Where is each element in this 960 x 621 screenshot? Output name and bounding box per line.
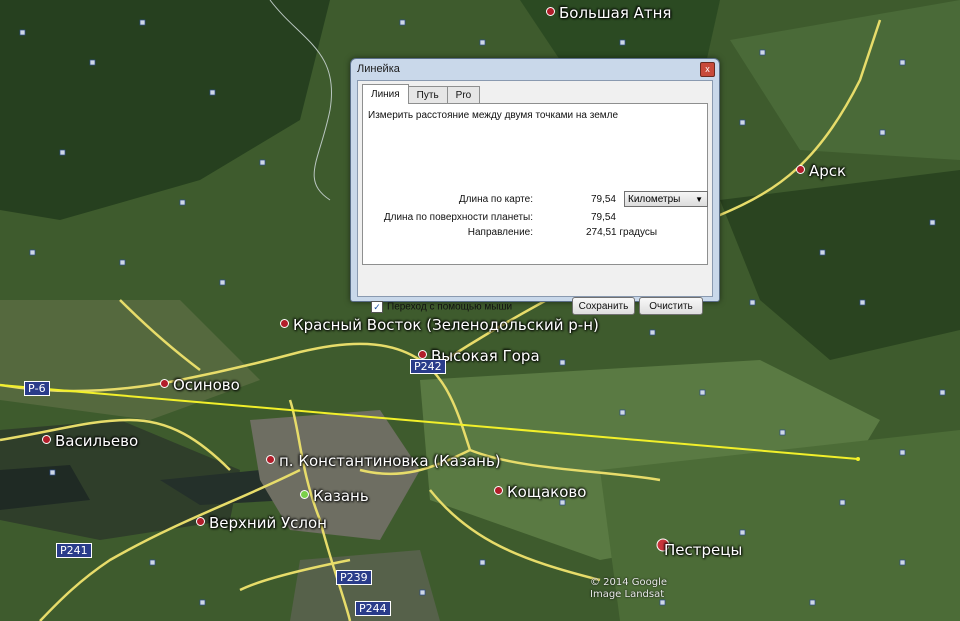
road-sign-r244: Р244 — [355, 601, 391, 616]
place-krasny-vostok[interactable]: Красный Восток (Зеленодольский р-н) — [280, 316, 599, 334]
place-label: Пестрецы — [664, 541, 743, 559]
tab-bar: Линия Путь Pro — [362, 84, 481, 104]
place-label: Верхний Услон — [209, 514, 327, 532]
place-kazan[interactable]: Казань — [300, 487, 369, 505]
ruler-dialog: Линейка x Линия Путь Pro Измерить рассто… — [350, 58, 720, 315]
checkbox-checked-icon[interactable]: ✓ — [371, 301, 383, 313]
mouse-nav-checkbox[interactable]: ✓ Переход с помощью мыши — [371, 301, 512, 313]
dialog-body: Линия Путь Pro Измерить расстояние между… — [357, 80, 713, 315]
place-koshchakovo[interactable]: Кощаково — [494, 483, 586, 501]
copyright-text: © 2014 Google — [590, 577, 668, 588]
place-label: Высокая Гора — [431, 347, 540, 365]
heading-label: Направление: — [467, 227, 533, 238]
place-dot — [418, 350, 427, 359]
place-dot — [494, 486, 503, 495]
place-verkhny-uslon[interactable]: Верхний Услон — [196, 514, 327, 532]
ruler-end-point — [856, 457, 860, 461]
place-label: Красный Восток (Зеленодольский р-н) — [293, 316, 599, 334]
map-copyright: © 2014 Google Image Landsat — [590, 577, 667, 601]
place-label: п. Константиновка (Казань) — [279, 452, 501, 470]
road-sign-r239: Р239 — [336, 570, 372, 585]
place-dot — [546, 7, 555, 16]
clear-button[interactable]: Очистить — [639, 297, 703, 315]
road-sign-r241: Р241 — [56, 543, 92, 558]
place-dot — [196, 517, 205, 526]
place-label: Казань — [313, 487, 369, 505]
mouse-nav-label: Переход с помощью мыши — [387, 301, 513, 313]
place-label: Осиново — [173, 376, 240, 394]
place-label: Васильево — [55, 432, 139, 450]
heading-value: 274,51 градусы — [586, 227, 658, 238]
units-dropdown[interactable]: Километры ▼ — [624, 191, 708, 207]
place-dot — [42, 435, 51, 444]
tab-line[interactable]: Линия — [362, 84, 409, 104]
place-vasilyevo[interactable]: Васильево — [42, 432, 138, 450]
place-osinovo[interactable]: Осиново — [160, 376, 240, 394]
chevron-down-icon: ▼ — [695, 195, 703, 204]
map-length-value: 79,54 — [590, 194, 616, 205]
tab-path[interactable]: Путь — [407, 86, 448, 104]
dialog-titlebar[interactable]: Линейка x — [351, 59, 719, 79]
ground-length-label: Длина по поверхности планеты: — [383, 212, 533, 223]
place-dot — [160, 379, 169, 388]
place-label: Большая Атня — [559, 4, 672, 22]
ground-length-value: 79,54 — [590, 212, 616, 223]
road-sign-r6: Р-6 — [24, 381, 50, 396]
tab-pro[interactable]: Pro — [446, 86, 481, 104]
dialog-title: Линейка — [357, 63, 400, 75]
place-dot — [300, 490, 309, 499]
place-konstantinovka[interactable]: п. Константиновка (Казань) — [266, 452, 501, 470]
place-arsk[interactable]: Арск — [796, 162, 846, 180]
place-label: Кощаково — [507, 483, 587, 501]
place-pestretsy[interactable]: Пестрецы — [664, 541, 742, 559]
imagery-credit: Image Landsat — [590, 589, 665, 600]
place-label: Арск — [809, 162, 847, 180]
close-icon[interactable]: x — [700, 62, 715, 77]
place-bolshaya-atnya[interactable]: Большая Атня — [546, 4, 671, 22]
place-dot — [266, 455, 275, 464]
place-dot — [280, 319, 289, 328]
units-selected: Километры — [628, 194, 681, 205]
save-button[interactable]: Сохранить — [572, 297, 635, 315]
road-sign-r242: Р242 — [410, 359, 446, 374]
place-dot — [796, 165, 805, 174]
map-length-label: Длина по карте: — [458, 194, 533, 205]
ruler-description: Измерить расстояние между двумя точками … — [368, 110, 619, 121]
tab-panel-line: Измерить расстояние между двумя точками … — [362, 103, 708, 265]
